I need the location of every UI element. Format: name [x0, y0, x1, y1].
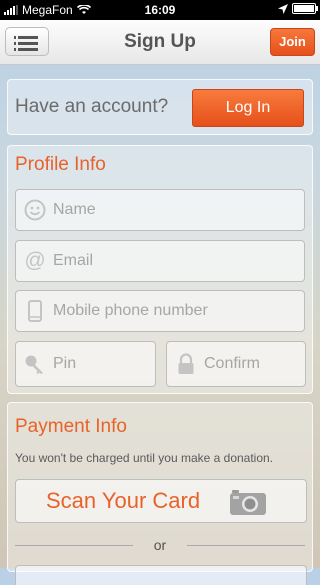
smile-icon: [24, 199, 46, 221]
scan-card-label: Scan Your Card: [46, 488, 201, 513]
camera-icon: [230, 490, 266, 515]
join-button[interactable]: Join: [270, 28, 315, 56]
phone-field[interactable]: Mobile phone number: [15, 290, 305, 332]
navigation-bar: Sign Up Join: [0, 20, 320, 65]
name-field[interactable]: Name: [15, 189, 305, 231]
status-bar: MegaFon 16:09: [0, 0, 320, 20]
phone-icon: [28, 300, 42, 322]
scan-card-button[interactable]: Scan Your Card: [15, 479, 307, 523]
phone-placeholder: Mobile phone number: [53, 302, 208, 319]
email-placeholder: Email: [53, 252, 94, 269]
clock: 16:09: [144, 3, 176, 17]
card-entry-field[interactable]: [15, 565, 307, 585]
status-right: [278, 3, 318, 14]
payment-note: You won't be charged until you make a do…: [15, 451, 274, 465]
login-button[interactable]: Log In: [192, 89, 304, 127]
battery-icon: [292, 3, 318, 14]
profile-info-title: Profile Info: [15, 154, 106, 175]
confirm-field[interactable]: Confirm: [166, 341, 306, 387]
location-arrow-icon: [278, 3, 288, 14]
profile-info-panel: Profile Info Name @ Email Mobile phone n…: [7, 145, 313, 394]
key-icon: [25, 355, 43, 374]
email-field[interactable]: @ Email: [15, 240, 305, 282]
lock-icon: [178, 353, 194, 374]
payment-info-panel: Payment Info You won't be charged until …: [7, 402, 313, 585]
account-panel: Have an account? Log In: [7, 79, 313, 135]
name-placeholder: Name: [53, 201, 96, 218]
at-icon: @: [24, 249, 46, 272]
or-divider: or: [15, 537, 305, 553]
payment-info-title: Payment Info: [15, 416, 127, 437]
account-prompt: Have an account?: [15, 96, 169, 117]
pin-field[interactable]: Pin: [15, 341, 156, 387]
confirm-placeholder: Confirm: [204, 355, 261, 372]
pin-placeholder: Pin: [53, 355, 77, 372]
